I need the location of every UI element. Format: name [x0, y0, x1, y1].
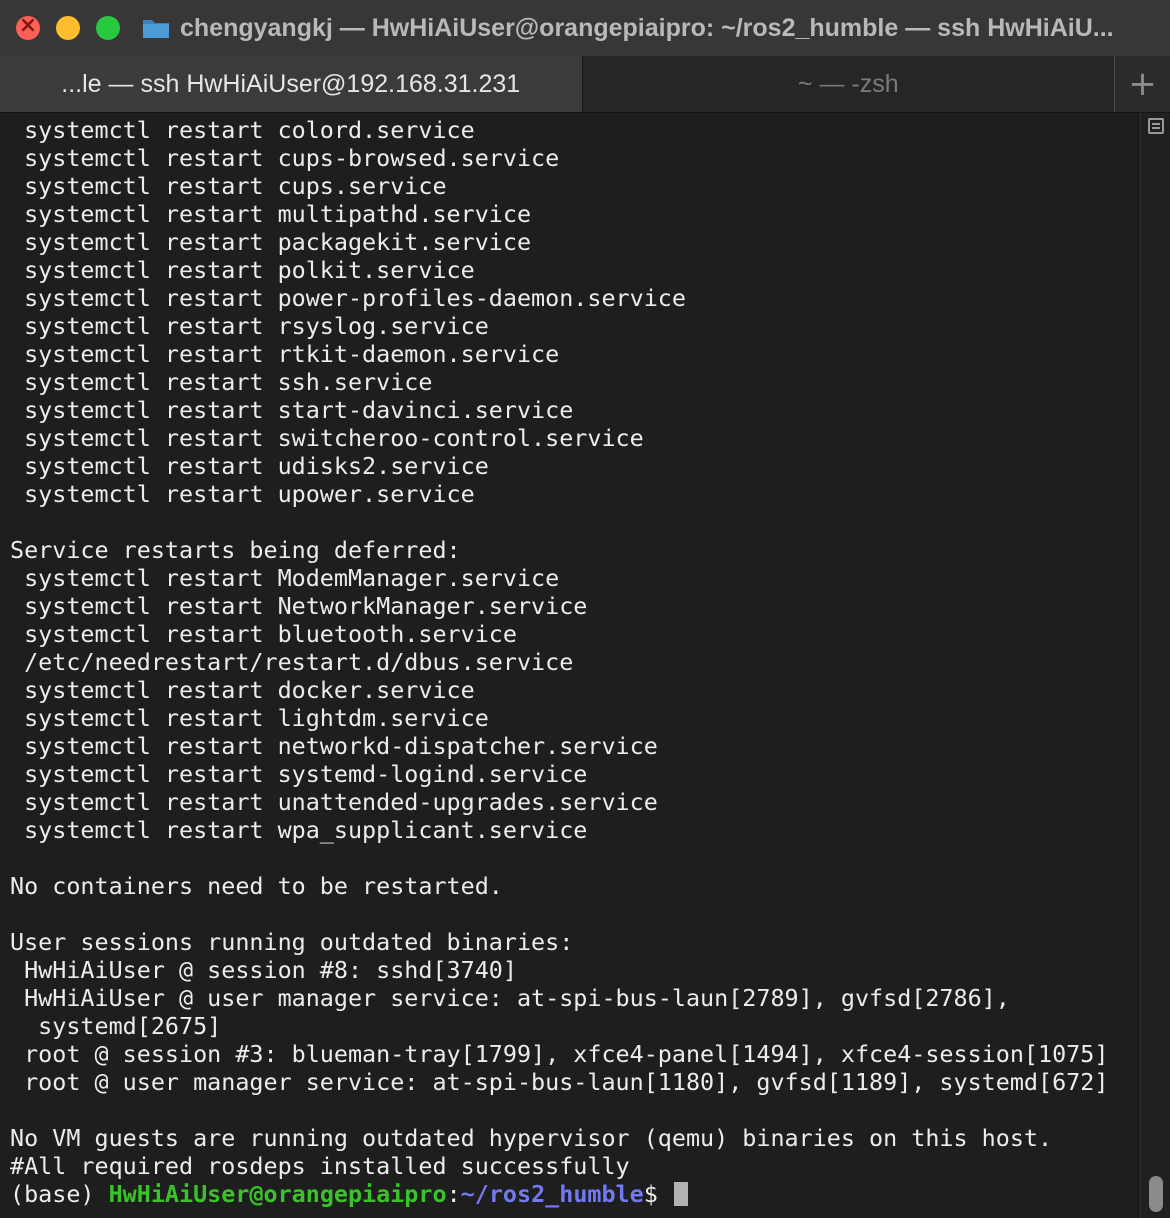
tab-ssh-session[interactable]: ...le — ssh HwHiAiUser@192.168.31.231 [0, 56, 583, 112]
terminal-line: #All required rosdeps installed successf… [10, 1152, 630, 1180]
terminal-line: HwHiAiUser @ user manager service: at-sp… [10, 984, 1010, 1012]
terminal-line: HwHiAiUser @ session #8: sshd[3740] [10, 956, 517, 984]
terminal-line: systemctl restart ssh.service [10, 368, 433, 396]
terminal-line: systemctl restart wpa_supplicant.service [10, 816, 588, 844]
terminal-line: root @ user manager service: at-spi-bus-… [10, 1068, 1109, 1096]
terminal-line: systemd[2675] [10, 1012, 222, 1040]
scroll-menu-icon[interactable] [1148, 118, 1164, 134]
close-window-button[interactable] [16, 13, 40, 40]
terminal-line: systemctl restart multipathd.service [10, 200, 532, 228]
terminal-line: Service restarts being deferred: [10, 536, 461, 564]
folder-icon [143, 20, 169, 38]
terminal-line: systemctl restart upower.service [10, 480, 475, 508]
terminal-line: No containers need to be restarted. [10, 872, 503, 900]
terminal-output[interactable]: systemctl restart colord.service systemc… [0, 113, 1140, 1218]
terminal-line: systemctl restart polkit.service [10, 256, 475, 284]
vertical-scrollbar[interactable] [1140, 113, 1170, 1218]
prompt-user-host: HwHiAiUser@orangepiaipro [108, 1180, 447, 1208]
terminal-line: systemctl restart rsyslog.service [10, 312, 489, 340]
text-cursor [673, 1182, 688, 1206]
terminal-line: root @ session #3: blueman-tray[1799], x… [10, 1040, 1109, 1068]
prompt-separator: : [446, 1180, 461, 1208]
window-controls [16, 13, 136, 40]
terminal-line: systemctl restart udisks2.service [10, 452, 489, 480]
terminal-line: systemctl restart docker.service [10, 676, 475, 704]
prompt-env: (base) [10, 1180, 109, 1208]
terminal-line: systemctl restart rtkit-daemon.service [10, 340, 560, 368]
terminal-line: systemctl restart colord.service [10, 116, 475, 144]
minimize-window-button[interactable] [56, 16, 80, 40]
tab-bar: ...le — ssh HwHiAiUser@192.168.31.231 ~ … [0, 56, 1170, 113]
terminal-line: systemctl restart NetworkManager.service [10, 592, 588, 620]
terminal-line: systemctl restart power-profiles-daemon.… [10, 284, 686, 312]
terminal-line: systemctl restart cups-browsed.service [10, 144, 560, 172]
new-tab-button[interactable]: + [1115, 56, 1170, 112]
terminal-line: systemctl restart switcheroo-control.ser… [10, 424, 644, 452]
tab-zsh[interactable]: ~ — -zsh [582, 56, 1116, 112]
terminal-line: User sessions running outdated binaries: [10, 928, 574, 956]
terminal-line: /etc/needrestart/restart.d/dbus.service [10, 648, 574, 676]
terminal-line: systemctl restart packagekit.service [10, 228, 532, 256]
terminal-lines: systemctl restart colord.service systemc… [0, 113, 1140, 1208]
shell-prompt[interactable]: (base) HwHiAiUser@orangepiaipro:~/ros2_h… [10, 1180, 1140, 1208]
terminal-line: systemctl restart lightdm.service [10, 704, 489, 732]
terminal-line: systemctl restart networkd-dispatcher.se… [10, 732, 658, 760]
window-title: chengyangkj — HwHiAiUser@orangepiaipro: … [180, 13, 1114, 42]
prompt-path: ~/ros2_humble [460, 1180, 644, 1208]
maximize-window-button[interactable] [96, 16, 120, 40]
prompt-symbol: $ [643, 1180, 672, 1208]
title-bar[interactable]: chengyangkj — HwHiAiUser@orangepiaipro: … [0, 0, 1170, 56]
terminal-line: systemctl restart ModemManager.service [10, 564, 560, 592]
scrollbar-thumb[interactable] [1149, 1176, 1163, 1212]
terminal-line: systemctl restart cups.service [10, 172, 447, 200]
terminal-line: No VM guests are running outdated hyperv… [10, 1124, 1053, 1152]
terminal-line: systemctl restart unattended-upgrades.se… [10, 788, 658, 816]
terminal-line: systemctl restart bluetooth.service [10, 620, 517, 648]
terminal-line: systemctl restart systemd-logind.service [10, 760, 588, 788]
terminal-window: chengyangkj — HwHiAiUser@orangepiaipro: … [0, 0, 1170, 1218]
terminal-line: systemctl restart start-davinci.service [10, 396, 574, 424]
